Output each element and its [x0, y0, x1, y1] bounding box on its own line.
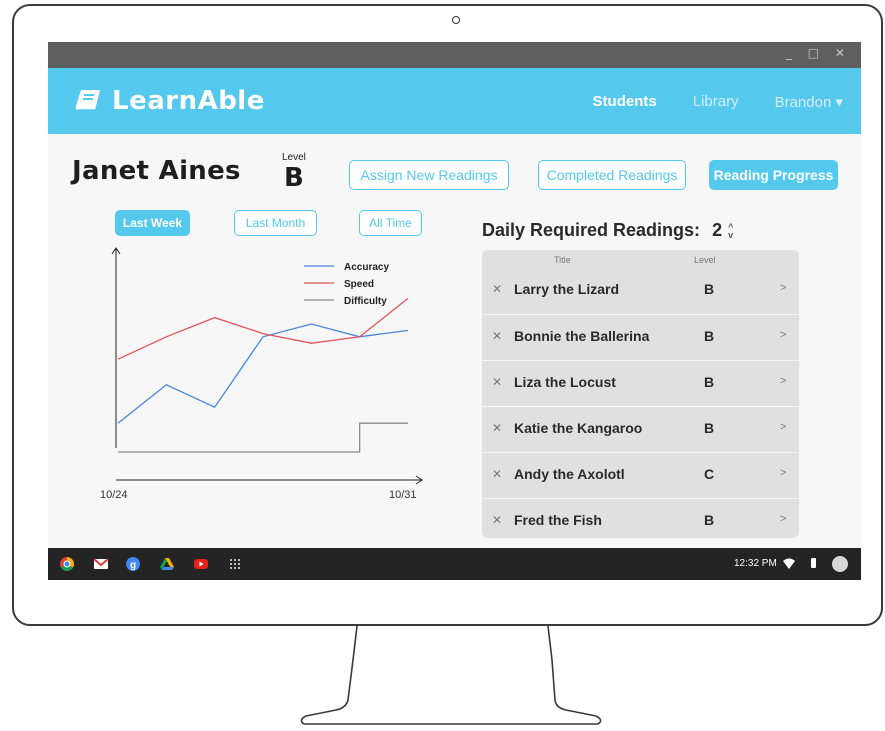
column-level: Level	[694, 255, 716, 265]
remove-icon[interactable]: ✕	[492, 329, 502, 343]
google-icon[interactable]: g	[126, 557, 140, 571]
chart-legend: Accuracy Speed Difficulty	[304, 262, 389, 307]
list-header: Title Level	[482, 250, 799, 268]
assigned-readings-list: Title Level ✕ Larry the Lizard B > ✕ Bonnie t…	[482, 250, 799, 538]
remove-icon[interactable]: ✕	[492, 375, 502, 389]
chrome-icon[interactable]	[60, 557, 74, 571]
remove-icon[interactable]: ✕	[492, 282, 502, 296]
series-line-difficulty	[118, 422, 408, 453]
chevron-right-icon[interactable]: >	[780, 282, 786, 294]
reading-row[interactable]: ✕ Bonnie the Ballerina B >	[482, 314, 799, 360]
legend-label: Speed	[344, 279, 374, 290]
drive-icon[interactable]	[160, 557, 174, 571]
chevron-right-icon[interactable]: >	[780, 467, 786, 479]
taskbar: g 12:32 PM	[48, 548, 861, 580]
reading-progress-button[interactable]: Reading Progress	[709, 160, 838, 190]
user-menu[interactable]: Brandon ▾	[775, 93, 843, 111]
window-controls[interactable]: _ □ ✕	[786, 46, 851, 60]
nav-library[interactable]: Library	[693, 93, 739, 111]
daily-readings: Daily Required Readings: 2 ^ v	[482, 220, 733, 241]
chevron-right-icon[interactable]: >	[780, 513, 786, 525]
legend-label: Accuracy	[344, 262, 389, 273]
reading-title: Fred the Fish	[514, 512, 602, 528]
series-line-speed	[117, 297, 409, 360]
remove-icon[interactable]: ✕	[492, 513, 502, 527]
remove-icon[interactable]: ✕	[492, 421, 502, 435]
completed-readings-button[interactable]: Completed Readings	[538, 160, 686, 190]
reading-level: B	[704, 281, 715, 297]
wifi-icon[interactable]	[783, 558, 795, 570]
reading-title: Larry the Lizard	[514, 281, 620, 297]
reading-row[interactable]: ✕ Fred the Fish B >	[482, 498, 799, 538]
chevron-right-icon[interactable]: >	[780, 329, 786, 341]
nav-students[interactable]: Students	[593, 93, 657, 111]
webcam-dot	[452, 16, 460, 24]
account-avatar[interactable]	[832, 556, 848, 572]
reading-level: C	[704, 466, 715, 482]
daily-readings-label: Daily Required Readings:	[482, 220, 701, 240]
reading-row[interactable]: ✕ Liza the Locust B >	[482, 360, 799, 406]
reading-level: B	[704, 374, 715, 390]
app-launcher-icon[interactable]	[228, 557, 242, 571]
reading-level: B	[704, 328, 715, 344]
daily-readings-stepper[interactable]: ^ v	[728, 222, 733, 239]
x-tick-start: 10/24	[100, 489, 128, 501]
reading-row[interactable]: ✕ Larry the Lizard B >	[482, 268, 799, 314]
chart-series	[117, 297, 409, 453]
legend-label: Difficulty	[344, 296, 387, 307]
column-title: Title	[554, 255, 571, 265]
gmail-icon[interactable]	[94, 557, 108, 571]
reading-level: B	[704, 512, 715, 528]
chevron-right-icon[interactable]: >	[780, 421, 786, 433]
youtube-icon[interactable]	[194, 557, 208, 571]
stage: _ □ ✕ LearnAble Students Library Brandon…	[0, 0, 885, 731]
screen: _ □ ✕ LearnAble Students Library Brandon…	[48, 42, 861, 580]
stepper-down-icon[interactable]: v	[728, 230, 733, 239]
progress-chart: 10/24 10/31 Accuracy Speed Difficulty	[100, 247, 423, 501]
main-nav: Students Library Brandon ▾	[593, 93, 843, 111]
reading-title: Liza the Locust	[514, 374, 616, 390]
daily-readings-count: 2	[712, 220, 723, 240]
reading-title: Andy the Axolotl	[514, 466, 625, 482]
clock[interactable]: 12:32 PM	[734, 558, 777, 569]
reading-row[interactable]: ✕ Katie the Kangaroo B >	[482, 406, 799, 452]
remove-icon[interactable]: ✕	[492, 467, 502, 481]
reading-level: B	[704, 420, 715, 436]
battery-icon[interactable]	[811, 558, 816, 568]
reading-row[interactable]: ✕ Andy the Axolotl C >	[482, 452, 799, 498]
reading-title: Bonnie the Ballerina	[514, 328, 650, 344]
svg-text:g: g	[130, 560, 136, 571]
reading-title: Katie the Kangaroo	[514, 420, 643, 436]
x-tick-end: 10/31	[389, 489, 417, 501]
chevron-right-icon[interactable]: >	[780, 375, 786, 387]
